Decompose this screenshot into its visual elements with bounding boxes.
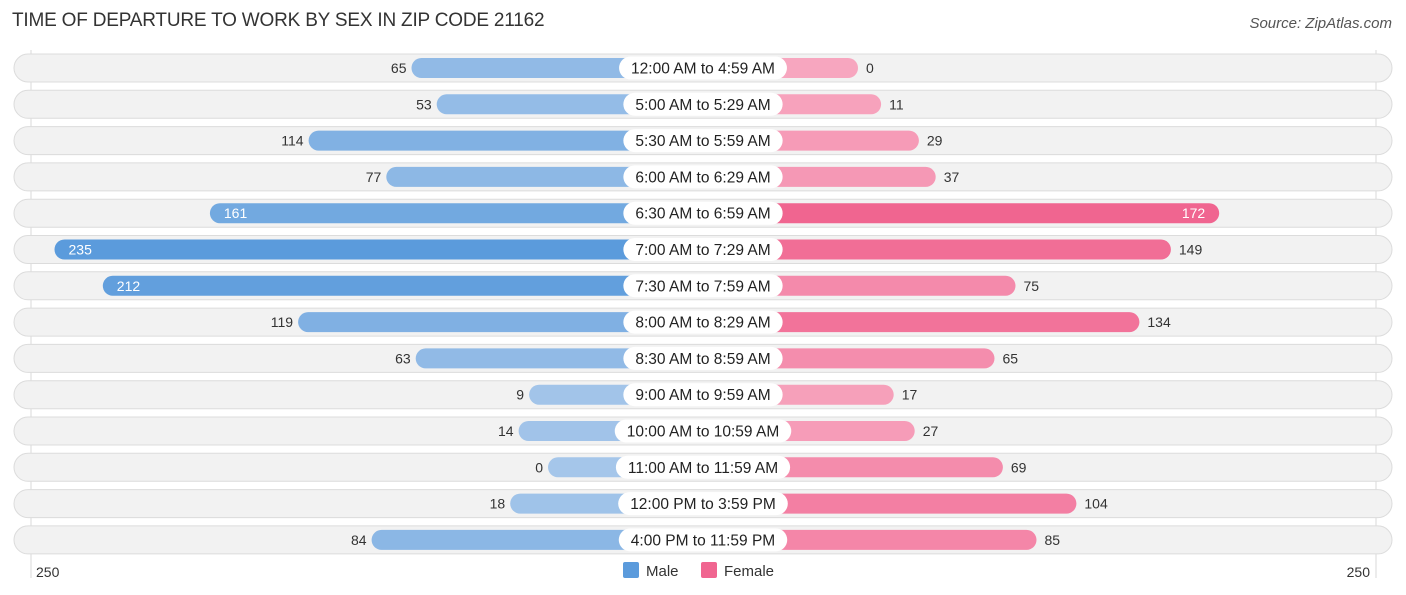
category-label: 10:00 AM to 10:59 AM <box>627 424 780 441</box>
value-label-male: 212 <box>117 278 141 294</box>
category-label: 4:00 PM to 11:59 PM <box>631 532 775 549</box>
category-label: 7:00 AM to 7:29 AM <box>635 242 770 259</box>
category-label: 12:00 AM to 4:59 AM <box>631 61 775 78</box>
chart-row: 18 104 12:00 PM to 3:59 PM <box>13 489 1393 519</box>
value-label-male: 77 <box>366 169 382 185</box>
value-label-female: 27 <box>923 423 939 439</box>
chart-row: 9 17 9:00 AM to 9:59 AM <box>13 380 1393 410</box>
value-label-male: 235 <box>69 242 93 258</box>
value-label-female: 172 <box>1182 205 1206 221</box>
value-label-female: 85 <box>1045 532 1061 548</box>
value-label-female: 29 <box>927 133 943 149</box>
category-label: 5:30 AM to 5:59 AM <box>635 133 770 150</box>
value-label-female: 69 <box>1011 459 1027 475</box>
value-label-male: 161 <box>224 205 248 221</box>
bar-male <box>102 275 704 296</box>
legend-swatch-female <box>701 562 717 578</box>
axis-label-left: 250 <box>36 564 60 580</box>
value-label-male: 119 <box>271 314 294 330</box>
value-label-male: 9 <box>516 387 524 403</box>
value-label-male: 114 <box>281 133 304 149</box>
chart-row: 14 27 10:00 AM to 10:59 AM <box>13 416 1393 446</box>
legend-swatch-male <box>623 562 639 578</box>
value-label-female: 149 <box>1179 242 1203 258</box>
axis-label-right: 250 <box>1347 564 1371 580</box>
chart-row: 161 172 6:30 AM to 6:59 AM <box>13 198 1393 228</box>
value-label-female: 11 <box>889 96 904 112</box>
category-label: 11:00 AM to 11:59 AM <box>628 460 778 477</box>
category-label: 12:00 PM to 3:59 PM <box>630 496 776 513</box>
chart-row: 119 134 8:00 AM to 8:29 AM <box>13 307 1393 337</box>
chart-row: 53 11 5:00 AM to 5:29 AM <box>13 89 1393 119</box>
chart-row: 63 65 8:30 AM to 8:59 AM <box>13 343 1393 373</box>
value-label-male: 63 <box>395 350 411 366</box>
chart-row: 114 29 5:30 AM to 5:59 AM <box>13 126 1393 156</box>
category-label: 7:30 AM to 7:59 AM <box>635 278 770 295</box>
value-label-male: 84 <box>351 532 367 548</box>
chart-row: 0 69 11:00 AM to 11:59 AM <box>13 452 1393 482</box>
category-label: 6:30 AM to 6:59 AM <box>635 206 770 223</box>
bar-male <box>54 239 703 260</box>
value-label-male: 53 <box>416 96 432 112</box>
value-label-male: 0 <box>535 459 543 475</box>
category-label: 9:00 AM to 9:59 AM <box>635 387 770 404</box>
chart-row: 77 37 6:00 AM to 6:29 AM <box>13 162 1393 192</box>
value-label-female: 104 <box>1084 496 1108 512</box>
value-label-female: 134 <box>1147 314 1171 330</box>
legend-label-male: Male <box>646 563 679 580</box>
value-label-female: 65 <box>1003 350 1019 366</box>
category-label: 6:00 AM to 6:29 AM <box>635 169 770 186</box>
chart: 65 0 12:00 AM to 4:59 AM 53 11 5:00 AM to 5:2… <box>13 50 1393 580</box>
chart-row: 212 75 7:30 AM to 7:59 AM <box>13 271 1393 301</box>
chart-row: 84 85 4:00 PM to 11:59 PM <box>13 525 1393 555</box>
chart-row: 235 149 7:00 AM to 7:29 AM <box>13 235 1393 264</box>
value-label-female: 0 <box>866 60 874 76</box>
value-label-male: 18 <box>490 496 506 512</box>
category-label: 5:00 AM to 5:29 AM <box>635 97 770 114</box>
value-label-female: 75 <box>1024 278 1040 294</box>
value-label-male: 14 <box>498 423 514 439</box>
chart-row: 65 0 12:00 AM to 4:59 AM <box>13 53 1393 83</box>
legend: Male Female <box>623 562 774 580</box>
category-label: 8:00 AM to 8:29 AM <box>635 315 770 332</box>
category-label: 8:30 AM to 8:59 AM <box>635 351 770 368</box>
value-label-female: 37 <box>944 169 960 185</box>
value-label-female: 17 <box>902 387 918 403</box>
value-label-male: 65 <box>391 60 407 76</box>
legend-label-female: Female <box>724 563 774 580</box>
